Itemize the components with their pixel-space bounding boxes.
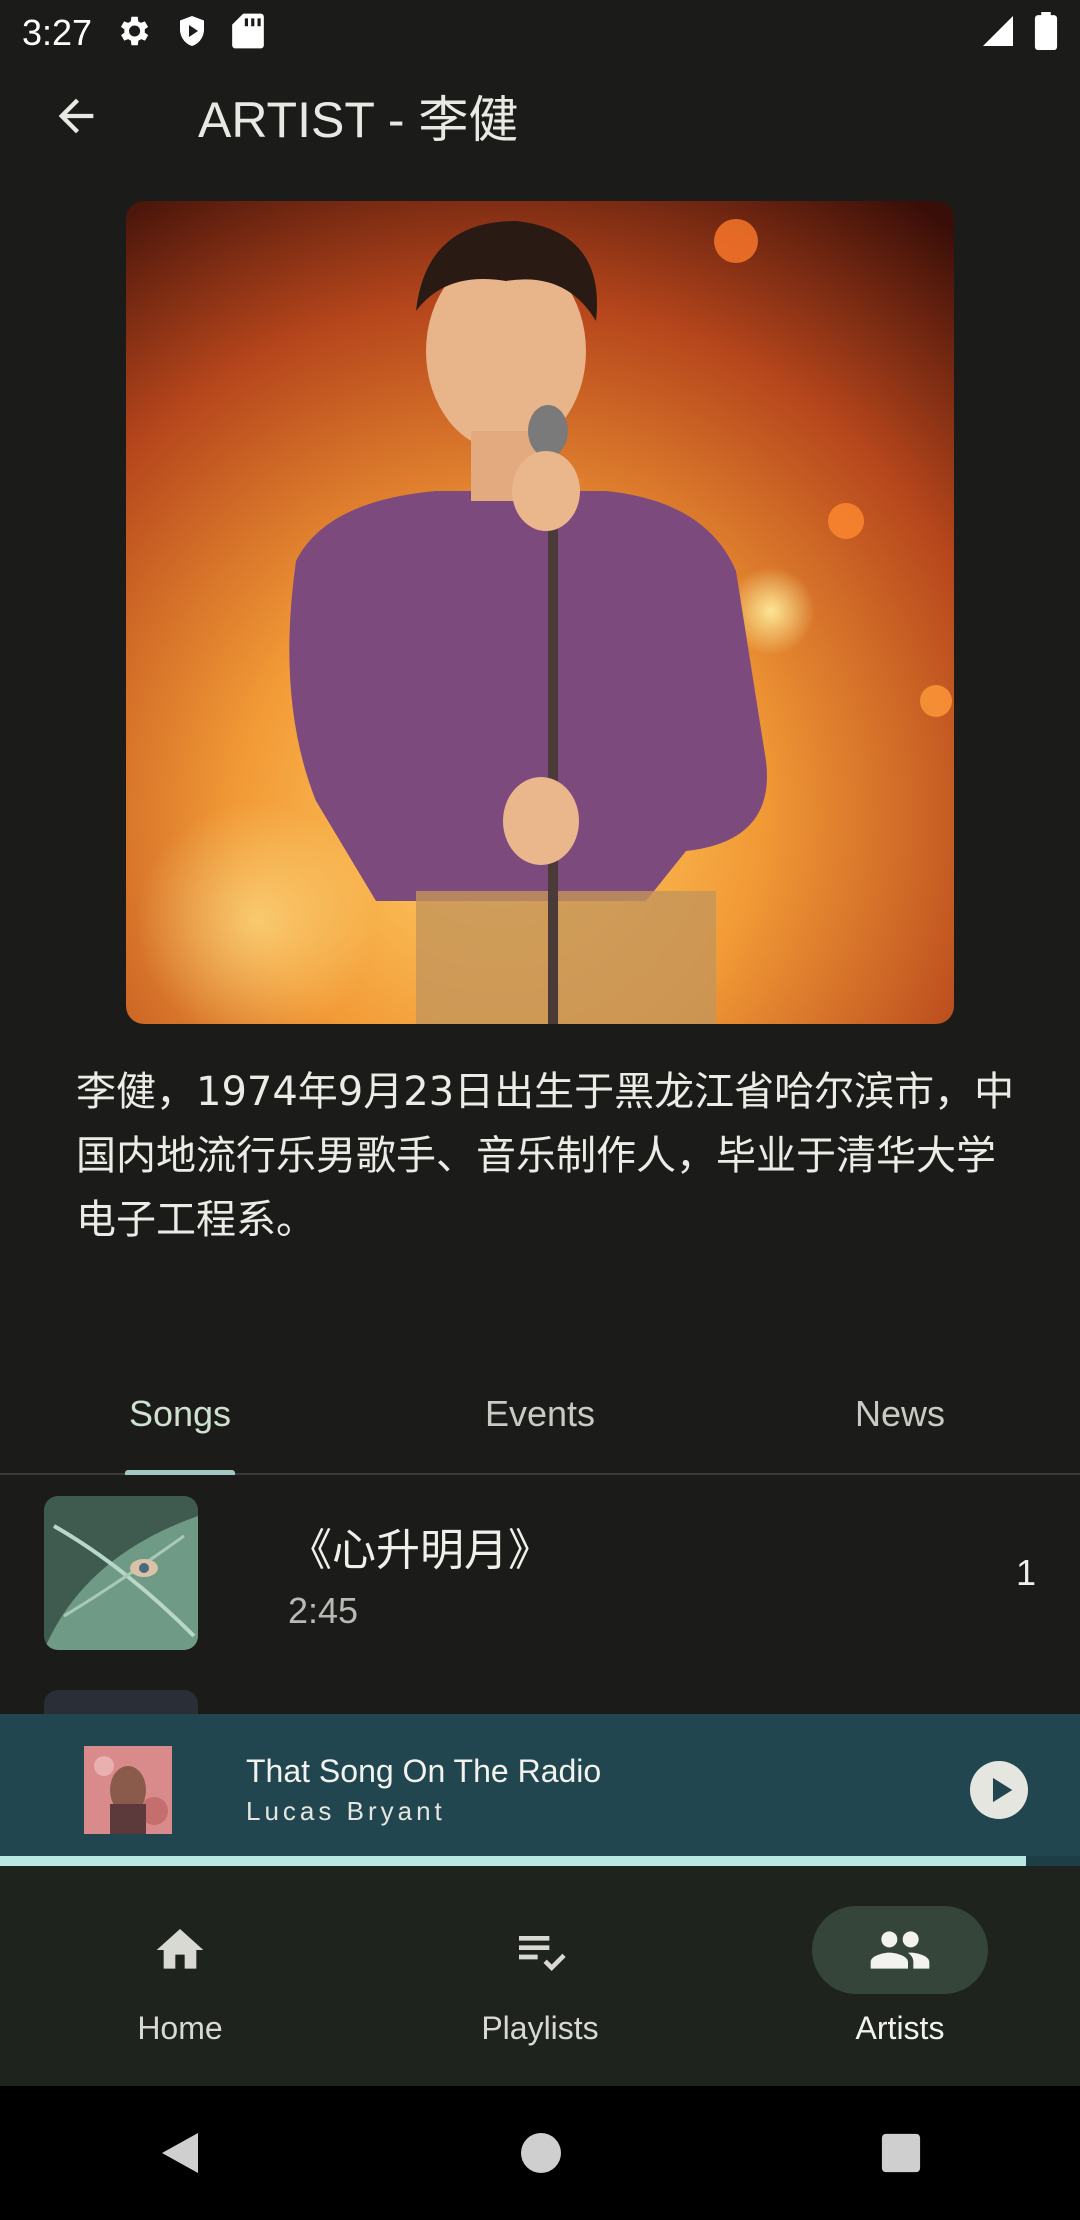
nav-label: Playlists (481, 2009, 599, 2046)
nav-home[interactable]: Home (0, 1866, 360, 2086)
back-triangle-icon[interactable] (158, 2129, 202, 2177)
now-playing-title: That Song On The Radio (246, 1753, 602, 1789)
artist-photo (126, 201, 954, 1024)
mini-player[interactable]: That Song On The Radio Lucas Bryant (0, 1714, 1080, 1866)
settings-icon (114, 12, 152, 54)
back-button[interactable] (38, 78, 114, 154)
song-duration: 2:45 (288, 1589, 359, 1631)
tab-news[interactable]: News (720, 1355, 1080, 1473)
play-icon (970, 1761, 1028, 1819)
tab-label: News (854, 1393, 946, 1434)
song-artwork (44, 1495, 198, 1650)
shield-icon (174, 12, 210, 54)
nav-playlists[interactable]: Playlists (360, 1866, 720, 2086)
bottom-navigation: Home Playlists Artists (0, 1866, 1080, 2086)
app-bar: ARTIST - 李健 (0, 66, 1080, 166)
song-title: 《心升明月》 (288, 1524, 552, 1576)
playlist-check-icon (519, 1935, 566, 1971)
home-circle-icon[interactable] (519, 2131, 563, 2175)
battery-icon (1034, 12, 1058, 54)
page-title: ARTIST - 李健 (198, 92, 519, 148)
playback-progress-fill (0, 1856, 1026, 1866)
people-icon (870, 1930, 930, 1969)
tab-songs[interactable]: Songs (0, 1355, 360, 1475)
status-bar: 3:27 (0, 0, 1080, 66)
sd-card-icon (232, 12, 264, 54)
tab-bar: Songs Events News (0, 1355, 1080, 1475)
nav-artists[interactable]: Artists (720, 1866, 1080, 2086)
system-navigation-bar (0, 2086, 1080, 2220)
nav-active-indicator (812, 1905, 988, 1994)
recents-square-icon[interactable] (880, 2132, 922, 2174)
tab-label: Songs (128, 1393, 232, 1434)
artist-bio: 李健，1974年9月23日出生于黑龙江省哈尔滨市，中国内地流行乐男歌手、音乐制作… (76, 1069, 1015, 1243)
now-playing-artist: Lucas Bryant (246, 1796, 446, 1826)
status-time: 3:27 (22, 12, 93, 53)
tab-events[interactable]: Events (360, 1355, 720, 1473)
signal-icon (980, 13, 1016, 53)
playback-progress[interactable] (0, 1856, 1080, 1866)
tab-label: Events (484, 1393, 596, 1434)
play-button[interactable] (970, 1761, 1028, 1819)
song-index: 1 (1015, 1551, 1036, 1593)
now-playing-artwork (84, 1746, 172, 1834)
song-list-item[interactable]: 《心升明月》 2:45 1 (0, 1475, 1080, 1670)
nav-label: Home (137, 2009, 223, 2046)
nav-label: Artists (855, 2009, 945, 2046)
song-artwork (44, 1690, 198, 1714)
arrow-back-icon (58, 98, 94, 134)
home-icon (156, 1928, 204, 1969)
